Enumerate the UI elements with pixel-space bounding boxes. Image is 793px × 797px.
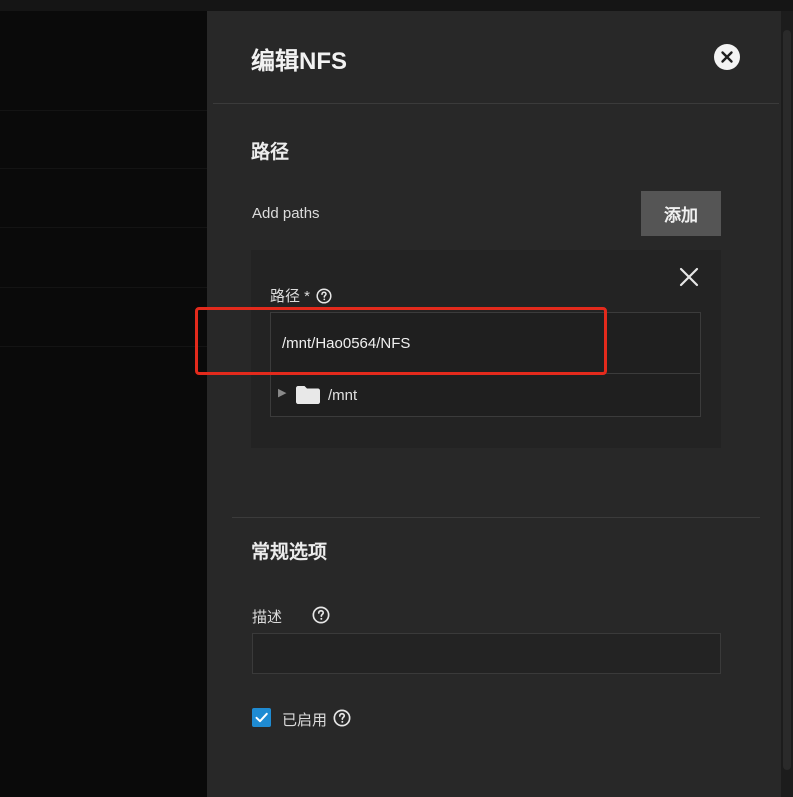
- close-icon: [679, 267, 699, 287]
- background-row-divider: [0, 110, 207, 111]
- path-entry-card: 路径 * ▶ /mnt: [251, 250, 721, 448]
- description-input[interactable]: [252, 633, 721, 674]
- background-page: [0, 11, 207, 797]
- path-selector: ▶ /mnt: [270, 312, 701, 417]
- help-icon[interactable]: [312, 606, 330, 624]
- dialog-title: 编辑NFS: [251, 48, 347, 75]
- check-icon: [255, 712, 268, 723]
- add-path-button[interactable]: 添加: [641, 191, 721, 236]
- help-icon[interactable]: [316, 287, 332, 304]
- background-row-divider: [0, 287, 207, 288]
- path-input[interactable]: [271, 313, 700, 374]
- background-row-divider: [0, 168, 207, 169]
- enabled-label: 已启用: [282, 712, 328, 729]
- background-row-divider: [0, 227, 207, 228]
- background-row-divider: [0, 346, 207, 347]
- top-bar: [0, 0, 793, 11]
- tree-node-mnt[interactable]: ▶ /mnt: [271, 375, 700, 416]
- description-label: 描述: [252, 609, 283, 626]
- close-dialog-button[interactable]: [714, 44, 740, 70]
- folder-icon: [296, 386, 320, 404]
- path-field-label-row: 路径 *: [270, 285, 332, 306]
- path-field-label: 路径 *: [270, 288, 311, 305]
- general-options-title: 常规选项: [251, 542, 328, 563]
- add-paths-label: Add paths: [252, 205, 320, 222]
- header-divider: [213, 103, 779, 104]
- paths-section-title: 路径: [251, 142, 290, 163]
- close-icon: [721, 51, 733, 63]
- remove-path-button[interactable]: [677, 265, 701, 289]
- edit-nfs-panel: 编辑NFS 路径 Add paths 添加 路径 * ▶: [207, 11, 781, 797]
- tree-node-label: /mnt: [328, 387, 358, 404]
- expand-arrow-icon[interactable]: ▶: [278, 386, 286, 399]
- section-divider: [232, 517, 760, 518]
- enabled-checkbox[interactable]: [252, 708, 271, 727]
- scrollbar-thumb[interactable]: [783, 30, 791, 770]
- help-icon[interactable]: [333, 709, 351, 727]
